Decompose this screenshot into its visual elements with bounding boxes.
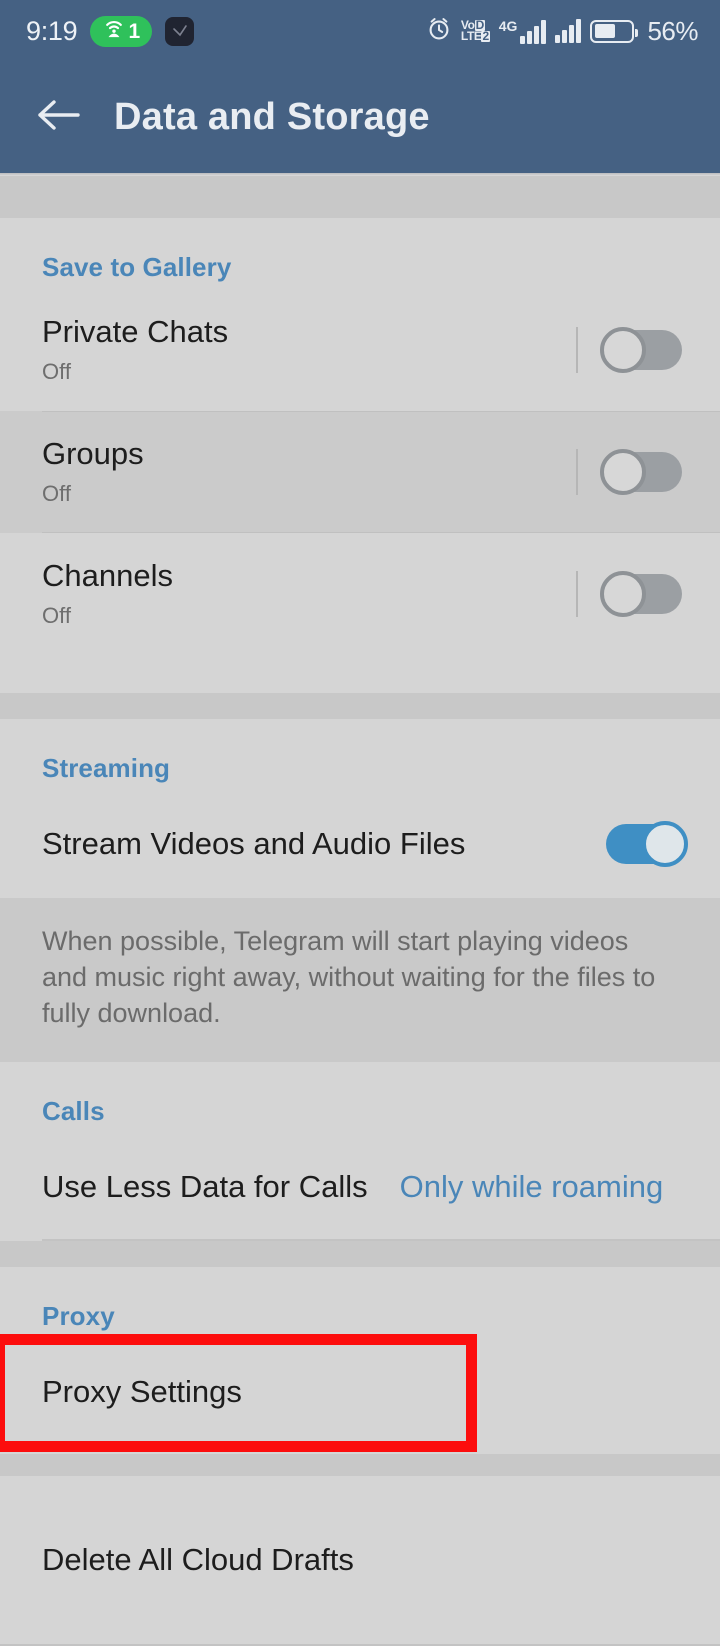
network-type-label: 4G [498,17,518,34]
row-stream-videos[interactable]: Stream Videos and Audio Files [0,790,720,898]
row-channels-texts: Channels Off [42,558,576,629]
row-delete-all-cloud-drafts-label: Delete All Cloud Drafts [42,1541,354,1577]
row-private-chats-subtitle: Off [42,358,71,384]
app-notification-icon [165,16,195,46]
section-cloud-drafts: Delete All Cloud Drafts [0,1475,720,1646]
back-button[interactable] [30,90,86,146]
volte-bottom-badge: 2 [481,29,490,43]
row-groups-switch-wrap [576,449,682,495]
row-private-chats-switch-wrap [576,327,682,373]
row-use-less-data-for-calls[interactable]: Use Less Data for Calls Only while roami… [0,1133,720,1241]
arrow-left-icon [34,95,82,140]
battery-percent: 56% [647,15,698,46]
row-delete-all-cloud-drafts[interactable]: Delete All Cloud Drafts [0,1506,720,1614]
streaming-description-block: When possible, Telegram will start playi… [0,898,720,1062]
row-use-less-data-label: Use Less Data for Calls [42,1168,368,1204]
row-private-chats-title: Private Chats [42,314,229,350]
volte-bottom-text: LTE [460,29,482,43]
row-channels[interactable]: Channels Off [0,533,720,655]
vertical-divider [576,571,578,617]
status-clock: 9:19 [26,15,78,46]
row-private-chats[interactable]: Private Chats Off [0,289,720,411]
section-header-proxy: Proxy [42,1300,115,1331]
page-title: Data and Storage [114,96,430,138]
row-groups-texts: Groups Off [42,436,576,507]
row-proxy-settings-label: Proxy Settings [42,1373,242,1409]
toggle-groups[interactable] [600,449,682,495]
toggle-private-chats[interactable] [600,327,682,373]
card-bottom-divider [0,1643,720,1646]
row-proxy-settings[interactable]: Proxy Settings [0,1338,720,1446]
toggle-channels[interactable] [600,571,682,617]
row-private-chats-texts: Private Chats Off [42,314,576,385]
hotspot-icon [103,19,125,44]
streaming-description-text: When possible, Telegram will start playi… [42,926,656,1028]
status-bar-left: 9:19 1 [26,15,426,47]
signal-bars-sim2-icon [555,19,582,43]
hotspot-count: 1 [128,19,141,43]
section-gap [0,1240,720,1267]
signal-sim1: 4G [499,19,547,44]
battery-icon [590,19,639,43]
section-header-streaming: Streaming [42,753,171,783]
volte-icon: VoD LTE2 [460,19,490,43]
section-gap [0,176,720,218]
section-save-to-gallery: Save to Gallery Private Chats Off Groups… [0,218,720,693]
toggle-stream-videos[interactable] [606,821,688,867]
settings-scroll-area[interactable]: Save to Gallery Private Chats Off Groups… [0,176,720,1646]
section-gap [0,693,720,719]
row-stream-videos-title: Stream Videos and Audio Files [42,825,466,861]
status-bar: 9:19 1 VoD LTE2 4G 56% [0,0,720,62]
signal-bars-icon [520,19,547,44]
alarm-icon [426,16,452,47]
section-header-save-to-gallery: Save to Gallery [42,252,232,282]
row-channels-title: Channels [42,558,173,594]
row-channels-switch-wrap [576,571,682,617]
app-bar: Data and Storage [0,62,720,173]
row-groups[interactable]: Groups Off [0,411,720,533]
section-streaming: Streaming Stream Videos and Audio Files [0,719,720,898]
section-header-calls: Calls [42,1095,105,1126]
vertical-divider [576,449,578,495]
row-stream-videos-texts: Stream Videos and Audio Files [42,825,606,862]
row-groups-subtitle: Off [42,480,71,506]
section-gap [0,1453,720,1476]
hotspot-badge: 1 [90,15,153,47]
section-proxy: Proxy Proxy Settings [0,1266,720,1454]
vertical-divider [576,327,578,373]
row-channels-subtitle: Off [42,602,71,628]
row-use-less-data-value[interactable]: Only while roaming [400,1169,664,1205]
row-groups-title: Groups [42,436,144,472]
status-bar-right: VoD LTE2 4G 56% [426,16,698,47]
section-calls: Calls Use Less Data for Calls Only while… [0,1061,720,1241]
row-stream-videos-switch-wrap [606,821,688,867]
